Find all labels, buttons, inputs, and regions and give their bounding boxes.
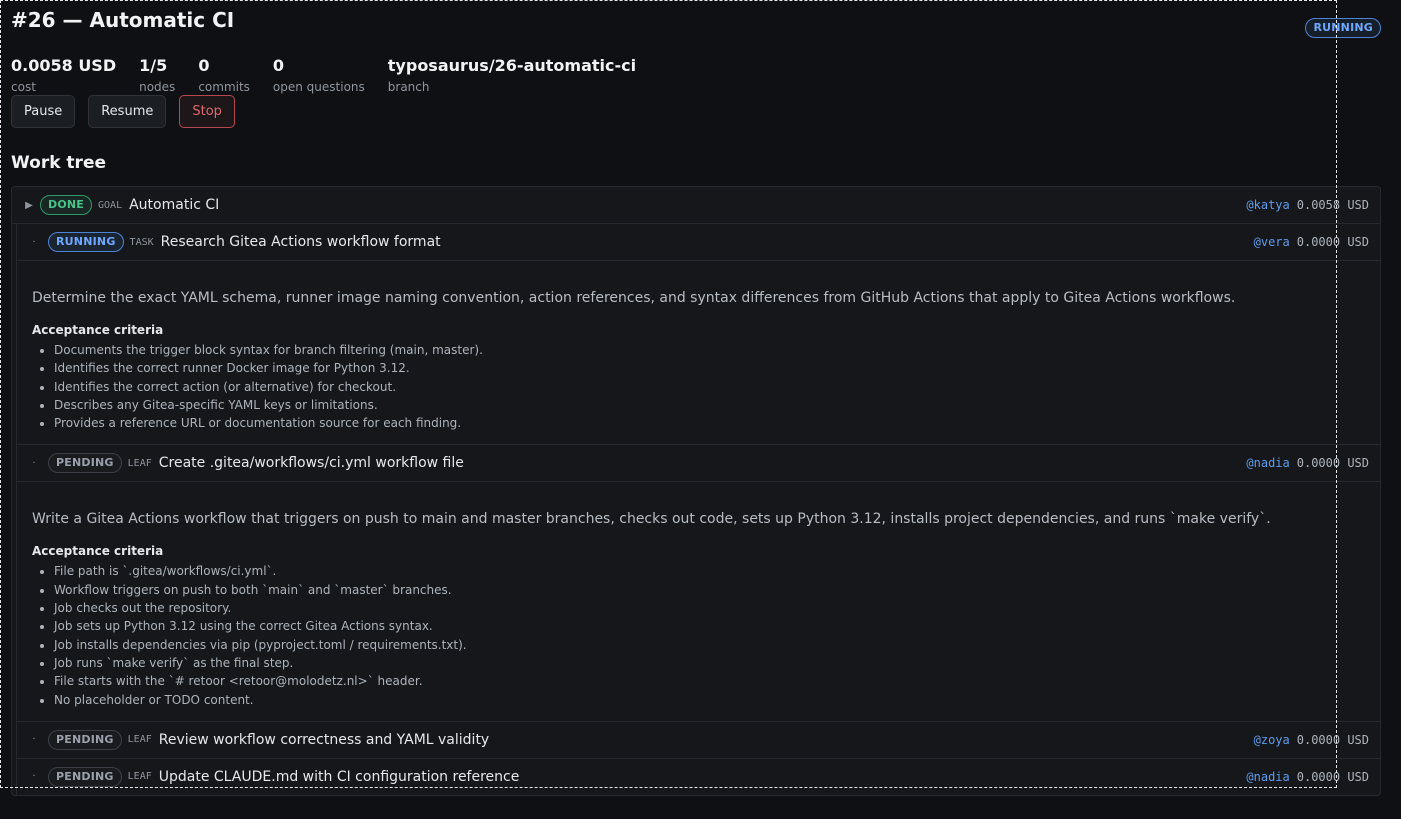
criterion: Workflow triggers on push to both `main`… (54, 581, 1364, 599)
status-badge: PENDING (48, 453, 122, 474)
expand-icon[interactable]: ▶ (20, 200, 38, 211)
stats-bar: 0.0058 USD cost 1/5 nodes 0 commits 0 op… (11, 57, 1381, 95)
work-tree-heading: Work tree (11, 153, 107, 173)
node-cost: 0.0000 USD (1296, 235, 1369, 249)
status-badge: PENDING (48, 766, 122, 787)
node-kind: GOAL (98, 199, 123, 211)
criterion: Identifies the correct action (or altern… (54, 378, 1364, 396)
stop-button[interactable]: Stop (179, 95, 235, 128)
criterion: Documents the trigger block syntax for b… (54, 341, 1364, 359)
node-cost: 0.0000 USD (1296, 769, 1369, 784)
criterion: Describes any Gitea-specific YAML keys o… (54, 396, 1364, 414)
criterion: Job checks out the repository. (54, 599, 1364, 617)
node-description: Write a Gitea Actions workflow that trig… (32, 511, 1271, 528)
acceptance-criteria-heading: Acceptance criteria (32, 323, 164, 337)
criterion: Identifies the correct runner Docker ima… (54, 359, 1364, 377)
stat-branch-label: branch (387, 80, 430, 94)
acceptance-criteria-list: File path is `.gitea/workflows/ci.yml`. … (32, 562, 1364, 708)
bullet-icon[interactable]: · (25, 734, 43, 745)
node-detail-2: Write a Gitea Actions workflow that trig… (16, 482, 1380, 722)
criterion: Job sets up Python 3.12 using the correc… (54, 617, 1364, 635)
node-title: Create .gitea/workflows/ci.yml workflow … (158, 455, 464, 472)
criterion: Job runs `make verify` as the final step… (54, 654, 1364, 672)
action-bar: Pause Resume Stop (11, 95, 1381, 128)
node-cost: 0.0058 USD (1296, 198, 1369, 212)
work-tree: ▶ DONE GOAL Automatic CI @katya 0.0058 U… (11, 186, 1381, 796)
stat-commits-value: 0 (198, 56, 210, 75)
node-kind: LEAF (127, 457, 152, 469)
node-detail-1: Determine the exact YAML schema, runner … (16, 261, 1380, 446)
status-badge: RUNNING (1305, 18, 1381, 38)
bullet-icon[interactable]: · (25, 458, 43, 469)
node-kind: LEAF (127, 734, 152, 746)
stat-commits: 0 commits (198, 57, 250, 95)
tree-node-4[interactable]: · PENDING LEAF Update CLAUDE.md with CI … (16, 758, 1380, 795)
criterion: Job installs dependencies via pip (pypro… (54, 636, 1364, 654)
stat-cost-value: 0.0058 USD (11, 56, 117, 75)
node-assignee[interactable]: @nadia (1246, 770, 1289, 784)
acceptance-criteria-heading: Acceptance criteria (32, 544, 164, 559)
status-badge: RUNNING (48, 232, 124, 252)
stat-commits-label: commits (198, 80, 250, 94)
status-badge: DONE (40, 195, 93, 215)
stat-questions-label: open questions (272, 80, 365, 94)
status-badge: PENDING (48, 729, 122, 750)
node-assignee[interactable]: @katya (1246, 198, 1289, 212)
node-title: Update CLAUDE.md with CI configuration r… (158, 768, 520, 785)
stat-branch-value: typosaurus/26-automatic-ci (387, 56, 637, 75)
node-assignee[interactable]: @nadia (1246, 456, 1289, 470)
stat-nodes: 1/5 nodes (139, 57, 175, 95)
node-title: Research Gitea Actions workflow format (160, 234, 441, 250)
page-title: #26 — Automatic CI (11, 8, 235, 32)
node-title: Review workflow correctness and YAML val… (158, 731, 490, 748)
criterion: File path is `.gitea/workflows/ci.yml`. (54, 562, 1364, 580)
stat-branch: typosaurus/26-automatic-ci branch (388, 57, 636, 95)
tree-node-goal[interactable]: ▶ DONE GOAL Automatic CI @katya 0.0058 U… (12, 187, 1380, 224)
node-kind: LEAF (127, 771, 152, 783)
node-assignee[interactable]: @vera (1254, 235, 1290, 249)
bullet-icon[interactable]: · (25, 237, 43, 248)
acceptance-criteria-list: Documents the trigger block syntax for b… (32, 341, 1364, 432)
bullet-icon[interactable]: · (25, 771, 43, 782)
pause-button[interactable]: Pause (11, 95, 76, 128)
criterion: File starts with the `# retoor <retoor@m… (54, 672, 1364, 690)
tree-node-1[interactable]: · RUNNING TASK Research Gitea Actions wo… (16, 224, 1380, 261)
stat-cost: 0.0058 USD cost (11, 57, 116, 95)
criterion: Provides a reference URL or documentatio… (54, 414, 1364, 432)
tree-node-3[interactable]: · PENDING LEAF Review workflow correctne… (16, 721, 1380, 759)
node-kind: TASK (129, 236, 154, 248)
node-cost: 0.0000 USD (1296, 732, 1369, 747)
node-title: Automatic CI (129, 197, 220, 213)
resume-button[interactable]: Resume (88, 95, 167, 128)
stat-nodes-value: 1/5 (139, 56, 168, 75)
node-assignee[interactable]: @zoya (1254, 733, 1290, 747)
node-description: Determine the exact YAML schema, runner … (32, 290, 1236, 306)
tree-node-2[interactable]: · PENDING LEAF Create .gitea/workflows/c… (16, 445, 1380, 483)
stat-questions-value: 0 (272, 56, 285, 75)
node-cost: 0.0000 USD (1296, 456, 1369, 471)
stat-cost-label: cost (11, 80, 36, 94)
stat-questions: 0 open questions (273, 57, 365, 95)
criterion: No placeholder or TODO content. (54, 691, 1364, 709)
stat-nodes-label: nodes (139, 80, 176, 94)
workflow-page: #26 — Automatic CI RUNNING 0.0058 USD co… (11, 6, 1381, 796)
